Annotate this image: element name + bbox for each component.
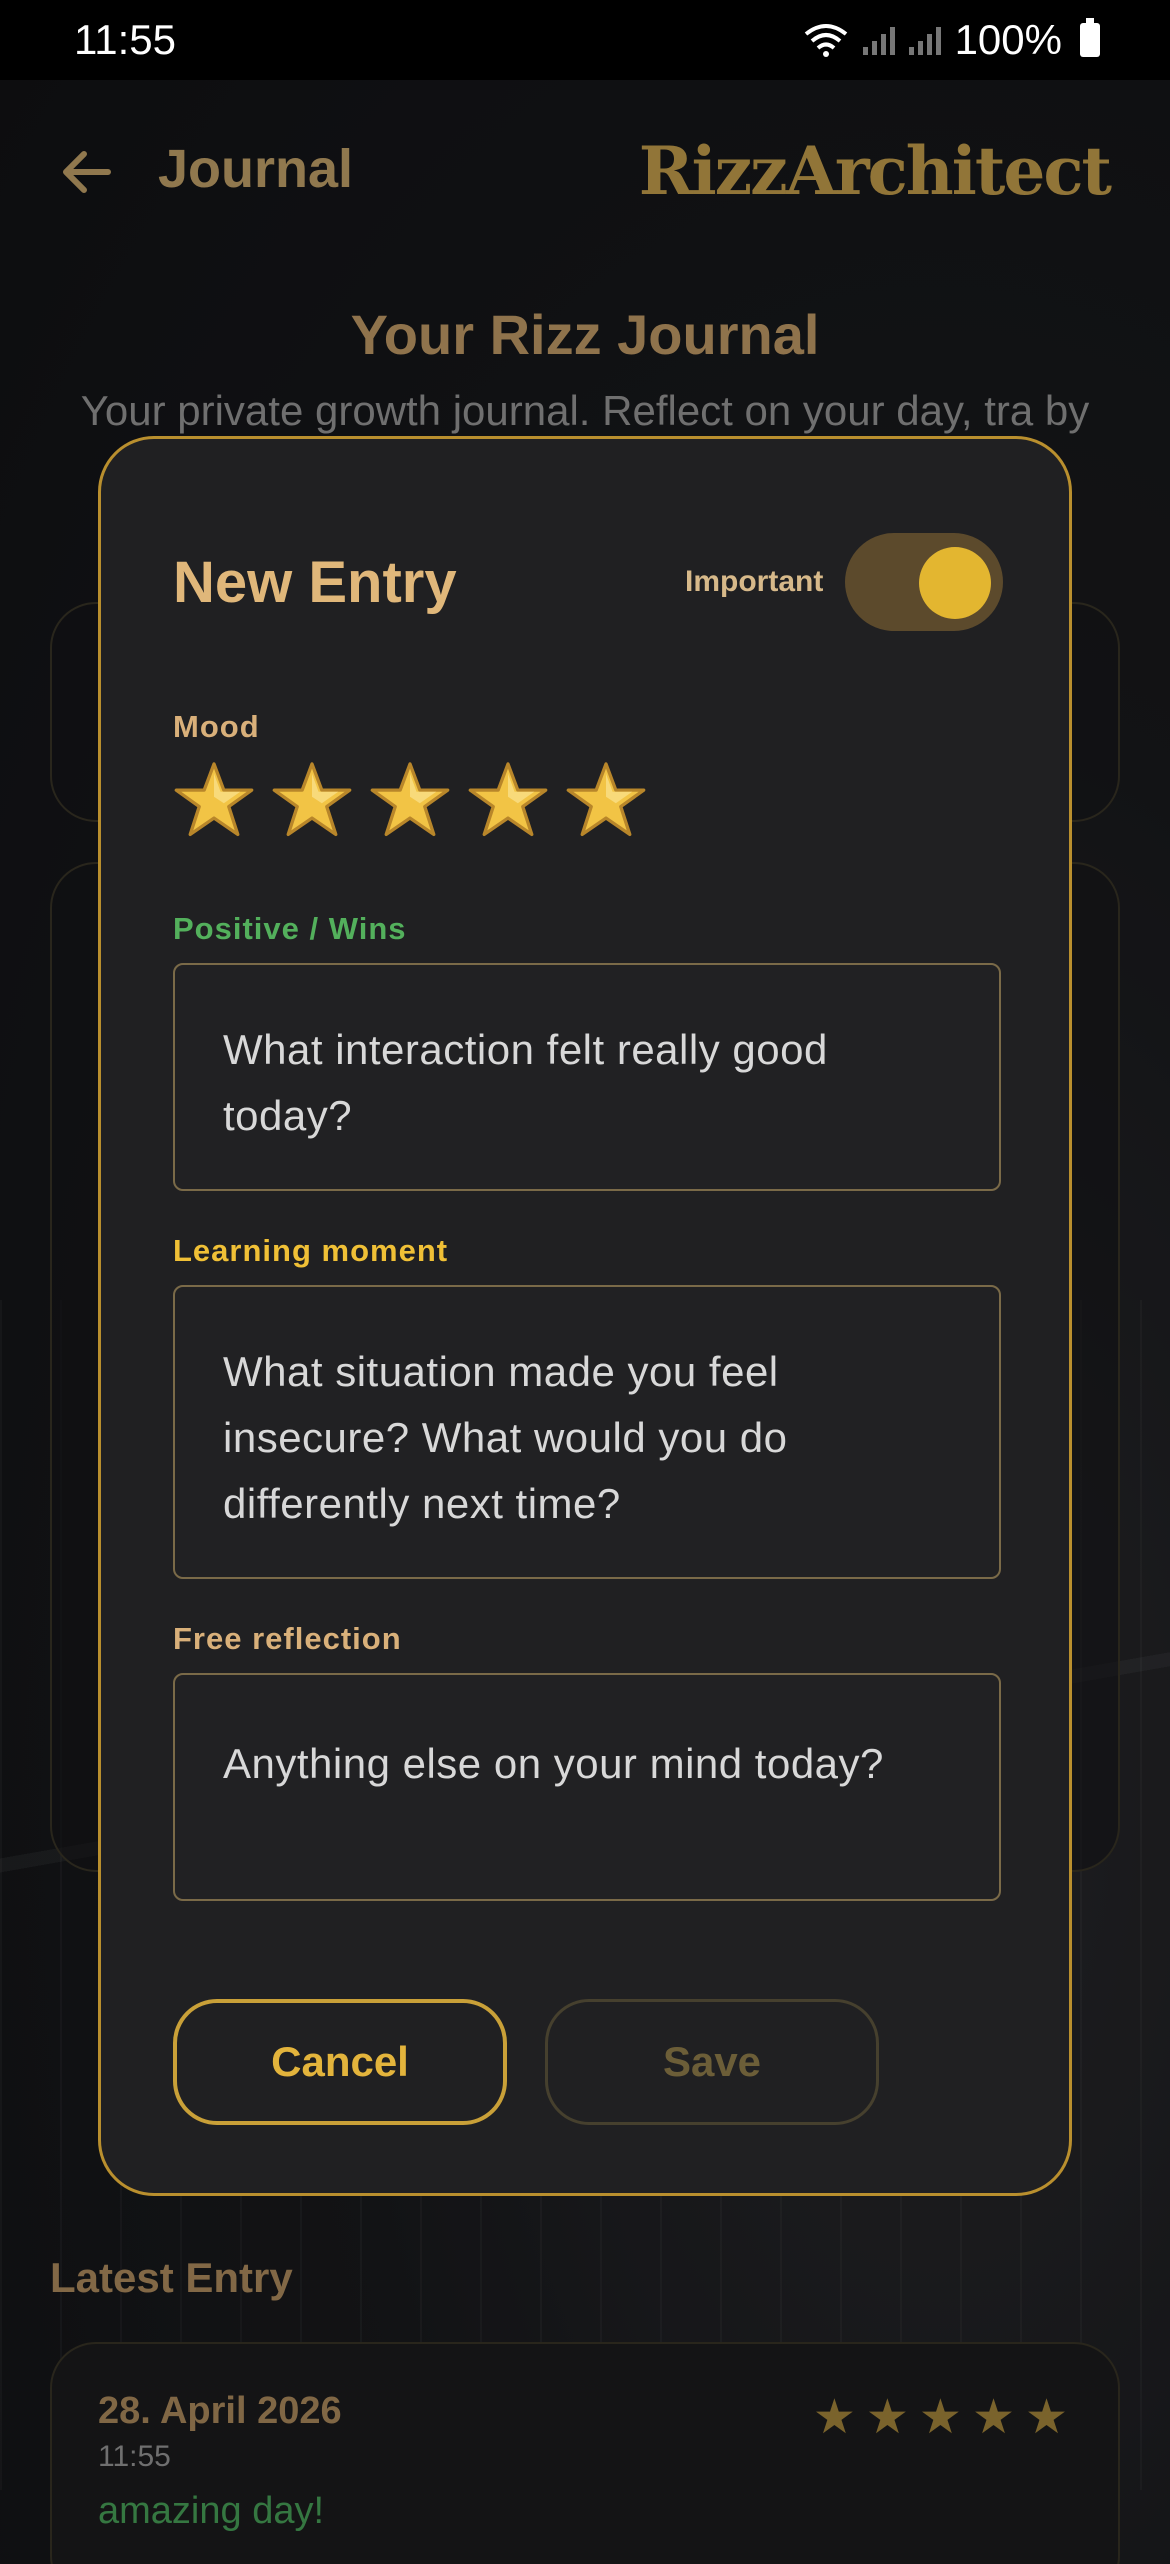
status-icons: 100% (803, 16, 1100, 64)
free-reflection-input[interactable]: Anything else on your mind today? (173, 1673, 1001, 1901)
learning-moment-label: Learning moment (173, 1233, 449, 1268)
star-icon-5[interactable] (565, 759, 647, 841)
battery-percent: 100% (954, 16, 1062, 63)
free-reflection-label: Free reflection (173, 1621, 402, 1656)
important-toggle[interactable] (845, 533, 1003, 631)
star-icon-4[interactable] (467, 759, 549, 841)
positive-wins-label: Positive / Wins (173, 911, 407, 946)
positive-wins-input[interactable]: What interaction felt really good today? (173, 963, 1001, 1191)
battery-icon (1080, 18, 1100, 57)
save-button[interactable]: Save (545, 1999, 879, 2125)
star-icon-1[interactable] (173, 759, 255, 841)
status-time: 11:55 (74, 16, 176, 63)
star-icon-2[interactable] (271, 759, 353, 841)
toggle-knob (919, 547, 991, 619)
learning-moment-input[interactable]: What situation made you feel insecure? W… (173, 1285, 1001, 1579)
dialog-title: New Entry (173, 550, 457, 615)
mood-label: Mood (173, 709, 260, 744)
status-bar: 11:55 100% (0, 0, 1170, 80)
new-entry-dialog: New Entry Important Mood Positive / Wins… (98, 436, 1072, 2196)
mood-rating (173, 759, 647, 841)
wifi-icon (804, 24, 847, 57)
signal-icon-2 (908, 25, 941, 55)
star-icon-3[interactable] (369, 759, 451, 841)
signal-icon (862, 25, 895, 55)
important-label: Important (685, 565, 824, 598)
cancel-button[interactable]: Cancel (173, 1999, 507, 2125)
